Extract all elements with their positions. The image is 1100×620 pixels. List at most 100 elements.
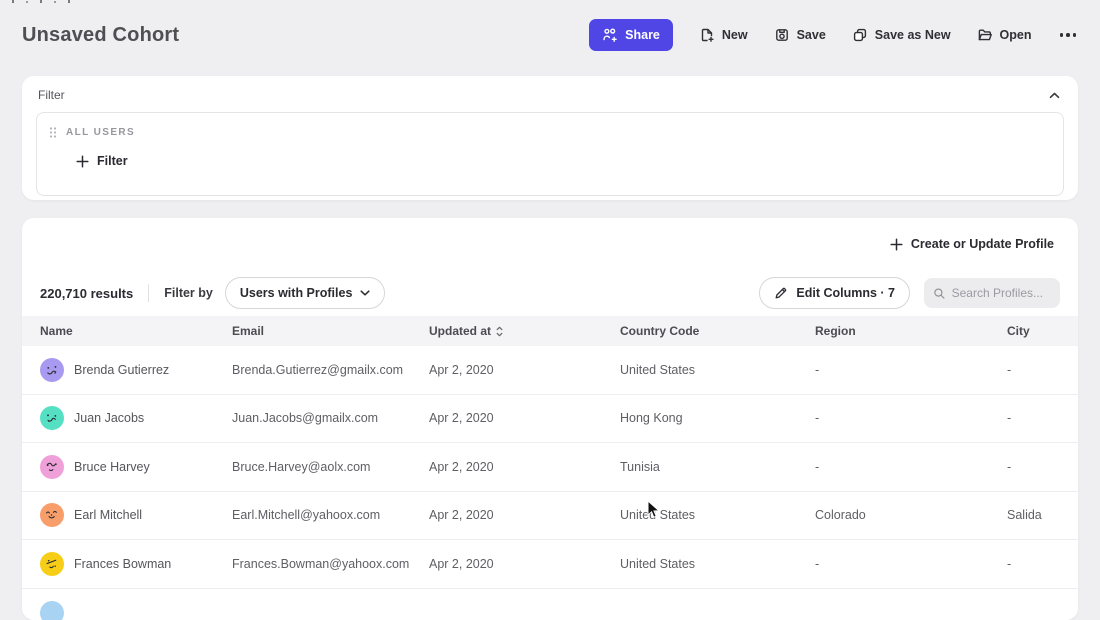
plus-icon xyxy=(76,155,89,168)
filter-panel: Filter ALL USERS Filter xyxy=(22,76,1078,200)
drag-handle-icon[interactable] xyxy=(49,126,57,139)
cohort-group-label: ALL USERS xyxy=(66,127,135,138)
header-actions: Share New Save Save as New xyxy=(589,19,1078,51)
column-header-name: Name xyxy=(40,324,232,338)
dot-icon xyxy=(1066,33,1070,37)
dot-icon xyxy=(1060,33,1064,37)
column-header-email: Email xyxy=(232,324,429,338)
profile-name: Juan Jacobs xyxy=(74,411,144,425)
collapse-filter-button[interactable] xyxy=(1047,90,1062,101)
avatar xyxy=(40,601,64,620)
cohort-builder-page: { "page": { "title": "Unsaved Cohort" },… xyxy=(0,0,1100,602)
search-profiles-input[interactable] xyxy=(952,286,1051,300)
avatar xyxy=(40,406,64,430)
table-row[interactable]: Frances Bowman Frances.Bowman@yahoox.com… xyxy=(22,540,1078,589)
column-header-country-code: Country Code xyxy=(620,324,815,338)
plus-icon xyxy=(890,238,903,251)
sort-icon xyxy=(496,326,503,337)
table-row[interactable]: Brenda Gutierrez Brenda.Gutierrez@gmailx… xyxy=(22,346,1078,395)
edit-columns-label: Edit Columns · 7 xyxy=(796,286,895,300)
column-header-region: Region xyxy=(815,324,1007,338)
avatar xyxy=(40,552,64,576)
profile-city: - xyxy=(1007,460,1078,474)
profile-updated-at: Apr 2, 2020 xyxy=(429,411,620,425)
save-label: Save xyxy=(797,28,826,42)
column-header-city: City xyxy=(1007,324,1078,338)
table-row-partial[interactable] xyxy=(22,589,1078,620)
page-title: Unsaved Cohort xyxy=(22,24,179,47)
profile-country: United States xyxy=(620,363,815,377)
top-bar: Unsaved Cohort Share New xyxy=(0,0,1100,64)
profile-country: Tunisia xyxy=(620,460,815,474)
share-label: Share xyxy=(625,28,660,42)
folder-open-icon xyxy=(977,27,993,43)
segment-dropdown[interactable]: Users with Profiles xyxy=(225,277,386,309)
profile-name: Earl Mitchell xyxy=(74,508,142,522)
profile-country: United States xyxy=(620,508,815,522)
add-filter-button[interactable]: Filter xyxy=(76,154,128,168)
share-users-icon xyxy=(602,27,618,43)
open-button[interactable]: Open xyxy=(977,27,1032,43)
table-row[interactable]: Bruce Harvey Bruce.Harvey@aolx.com Apr 2… xyxy=(22,443,1078,492)
filter-by-label: Filter by xyxy=(164,286,213,300)
search-profiles-box xyxy=(924,278,1060,308)
copy-icon xyxy=(852,27,868,43)
profile-region: - xyxy=(815,460,1007,474)
chevron-down-icon xyxy=(360,290,370,296)
profile-updated-at: Apr 2, 2020 xyxy=(429,460,620,474)
profile-email: Brenda.Gutierrez@gmailx.com xyxy=(232,363,429,377)
profile-email: Bruce.Harvey@aolx.com xyxy=(232,460,429,474)
edit-columns-button[interactable]: Edit Columns · 7 xyxy=(759,277,910,309)
profile-city: - xyxy=(1007,363,1078,377)
profiles-panel: Create or Update Profile 220,710 results… xyxy=(22,218,1078,620)
profile-city: - xyxy=(1007,557,1078,571)
table-toolbar: 220,710 results Filter by Users with Pro… xyxy=(22,270,1078,316)
profile-city: Salida xyxy=(1007,508,1078,522)
table-row[interactable]: Earl Mitchell Earl.Mitchell@yahoox.com A… xyxy=(22,492,1078,541)
dot-icon xyxy=(1073,33,1077,37)
profile-region: - xyxy=(815,363,1007,377)
save-as-new-button[interactable]: Save as New xyxy=(852,27,951,43)
results-count: 220,710 results xyxy=(40,286,133,301)
profile-name: Frances Bowman xyxy=(74,557,171,571)
share-button[interactable]: Share xyxy=(589,19,673,51)
chevron-up-icon xyxy=(1049,92,1060,99)
profile-country: United States xyxy=(620,557,815,571)
table-header-row: Name Email Updated at Country Code Regio… xyxy=(22,316,1078,346)
avatar xyxy=(40,503,64,527)
open-label: Open xyxy=(1000,28,1032,42)
avatar xyxy=(40,455,64,479)
profile-region: Colorado xyxy=(815,508,1007,522)
profile-city: - xyxy=(1007,411,1078,425)
profile-region: - xyxy=(815,411,1007,425)
create-or-update-profile-label: Create or Update Profile xyxy=(911,237,1054,251)
profile-email: Juan.Jacobs@gmailx.com xyxy=(232,411,429,425)
pencil-icon xyxy=(774,286,788,300)
profile-email: Earl.Mitchell@yahoox.com xyxy=(232,508,429,522)
segment-dropdown-value: Users with Profiles xyxy=(240,286,353,300)
save-as-new-label: Save as New xyxy=(875,28,951,42)
column-header-updated-at[interactable]: Updated at xyxy=(429,324,620,338)
divider xyxy=(148,284,149,302)
avatar xyxy=(40,358,64,382)
add-filter-label: Filter xyxy=(97,154,128,168)
profile-updated-at: Apr 2, 2020 xyxy=(429,363,620,377)
search-icon xyxy=(933,286,946,301)
filter-group: ALL USERS Filter xyxy=(36,112,1064,196)
new-label: New xyxy=(722,28,748,42)
table-row[interactable]: Juan Jacobs Juan.Jacobs@gmailx.com Apr 2… xyxy=(22,395,1078,444)
filter-panel-title: Filter xyxy=(38,88,65,102)
save-button[interactable]: Save xyxy=(774,27,826,43)
profile-updated-at: Apr 2, 2020 xyxy=(429,557,620,571)
more-options-button[interactable] xyxy=(1058,29,1079,41)
cropped-text-remnant xyxy=(12,0,70,3)
profile-email: Frances.Bowman@yahoox.com xyxy=(232,557,429,571)
create-or-update-profile-button[interactable]: Create or Update Profile xyxy=(890,237,1054,251)
profile-name: Brenda Gutierrez xyxy=(74,363,169,377)
new-file-icon xyxy=(699,27,715,43)
save-icon xyxy=(774,27,790,43)
new-button[interactable]: New xyxy=(699,27,748,43)
profile-name: Bruce Harvey xyxy=(74,460,150,474)
profile-region: - xyxy=(815,557,1007,571)
profile-country: Hong Kong xyxy=(620,411,815,425)
